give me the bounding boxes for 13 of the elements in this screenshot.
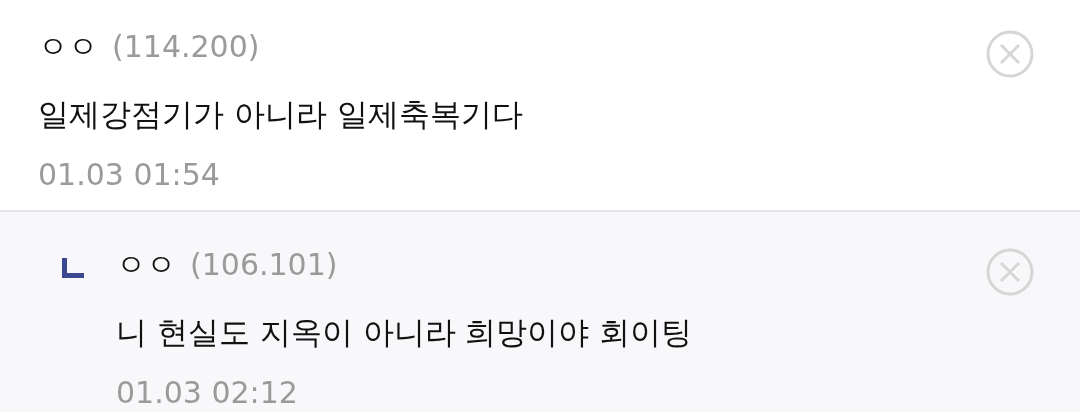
author-name: ㅇㅇ [38,28,98,66]
delete-button[interactable] [986,248,1034,296]
reply-arrow-icon [62,258,84,278]
comment-date: 01.03 01:54 [38,155,221,194]
delete-button[interactable] [986,30,1034,78]
comment-date: 01.03 02:12 [116,373,299,412]
close-icon [986,30,1034,78]
close-icon [986,248,1034,296]
comment-text: 니 현실도 지옥이 아니라 희망이야 회이팅 [116,313,694,352]
comment-text: 일제강점기가 아니라 일제축복기다 [38,95,524,134]
author-name: ㅇㅇ [116,246,176,284]
ip-address: (106.101) [190,246,338,284]
ip-address: (114.200) [112,28,260,66]
